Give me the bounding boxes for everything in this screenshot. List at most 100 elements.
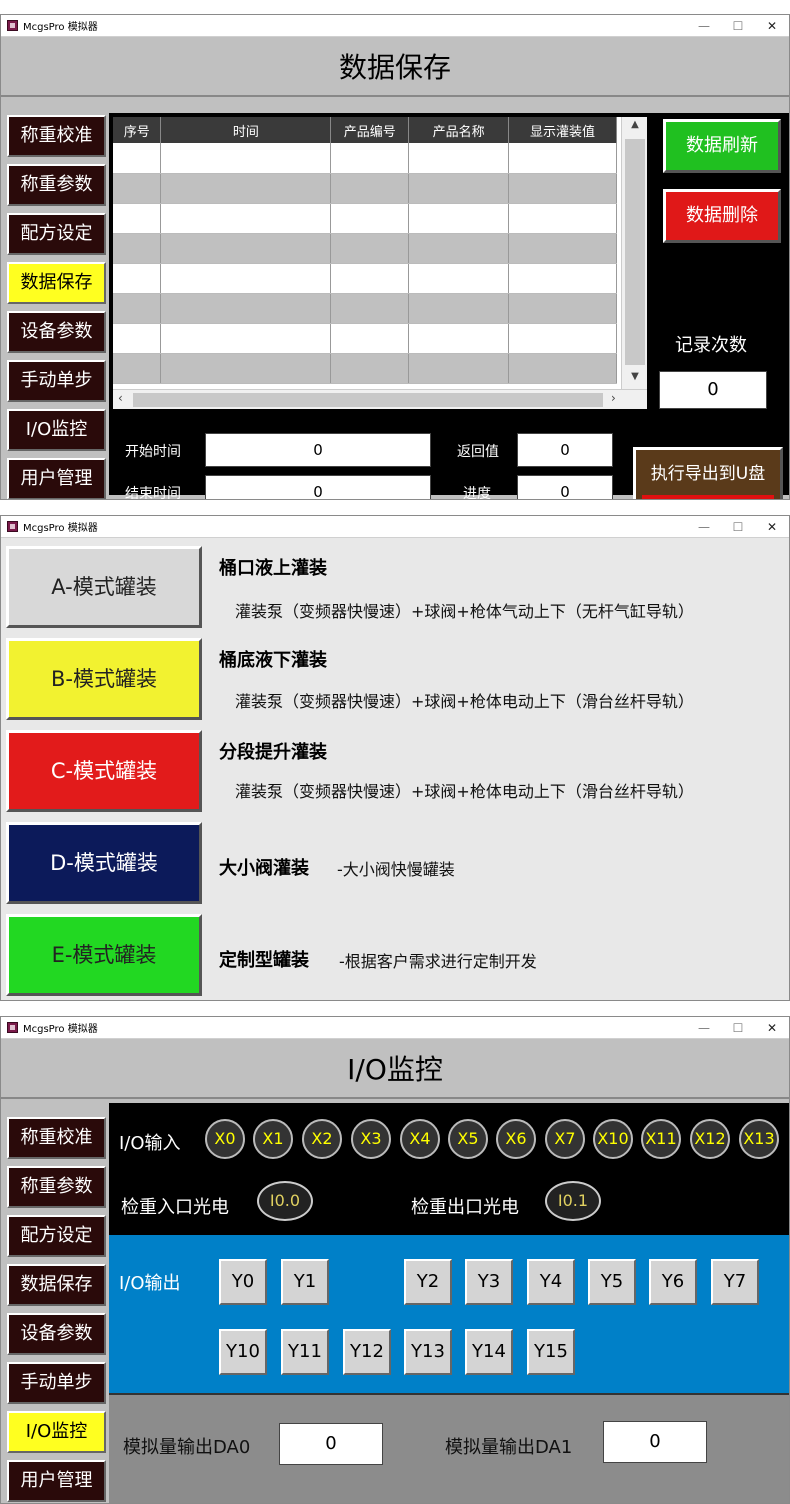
sidebar-item-io-monitor[interactable]: I/O监控 [7, 1411, 106, 1453]
mode-a-title: 桶口液上灌装 [219, 558, 327, 579]
output-y11-button[interactable]: Y11 [281, 1329, 329, 1375]
table-row[interactable] [113, 263, 617, 294]
maximize-icon[interactable]: ☐ [721, 520, 755, 534]
app-icon [7, 521, 18, 532]
minimize-icon[interactable]: — [687, 520, 721, 534]
output-y0-button[interactable]: Y0 [219, 1259, 267, 1305]
check-in-sensor-indicator: I0.0 [257, 1181, 313, 1221]
maximize-icon[interactable]: ☐ [721, 1021, 755, 1035]
sidebar-item-recipe[interactable]: 配方设定 [7, 213, 106, 255]
close-icon[interactable]: ✕ [755, 19, 789, 33]
da1-field[interactable]: 0 [603, 1421, 707, 1463]
output-y7-button[interactable]: Y7 [711, 1259, 759, 1305]
page-title: I/O监控 [1, 1039, 789, 1099]
output-y13-button[interactable]: Y13 [404, 1329, 452, 1375]
scroll-down-icon[interactable]: ▼ [622, 371, 647, 382]
sidebar-item-weigh-params[interactable]: 称重参数 [7, 1166, 106, 1208]
output-y5-button[interactable]: Y5 [588, 1259, 636, 1305]
record-count-field[interactable]: 0 [659, 371, 767, 409]
window-controls: — ☐ ✕ [687, 1021, 789, 1035]
table-row[interactable] [113, 143, 617, 174]
output-y2-button[interactable]: Y2 [404, 1259, 452, 1305]
scroll-up-icon[interactable]: ▲ [622, 119, 647, 130]
close-icon[interactable]: ✕ [755, 520, 789, 534]
table-row[interactable] [113, 353, 617, 384]
mode-b-button[interactable]: B-模式罐装 [6, 638, 202, 720]
output-y3-button[interactable]: Y3 [465, 1259, 513, 1305]
mode-a-button[interactable]: A-模式罐装 [6, 546, 202, 628]
delete-data-button[interactable]: 数据删除 [663, 189, 781, 243]
sidebar-item-io-monitor[interactable]: I/O监控 [7, 409, 106, 451]
scroll-right-icon[interactable]: › [611, 391, 616, 405]
return-value-field[interactable]: 0 [517, 433, 613, 467]
table-row[interactable] [113, 323, 617, 354]
sidebar-item-weigh-params[interactable]: 称重参数 [7, 164, 106, 206]
output-y1-button[interactable]: Y1 [281, 1259, 329, 1305]
horizontal-scrollbar[interactable]: ‹ › [113, 389, 647, 409]
da0-label: 模拟量输出DA0 [123, 1437, 251, 1458]
progress-label: 进度 [463, 486, 491, 500]
sidebar-item-weigh-calibration[interactable]: 称重校准 [7, 1117, 106, 1159]
table-header-row: 序号 时间 产品编号 产品名称 显示灌装值 [113, 117, 617, 143]
window-controls: — ☐ ✕ [687, 520, 789, 534]
maximize-icon[interactable]: ☐ [721, 19, 755, 33]
start-time-field[interactable]: 0 [205, 433, 431, 467]
mode-c-desc: 灌装泵（变频器快慢速）+球阀+枪体电动上下（滑台丝杆导轨） [235, 782, 694, 801]
column-header: 产品编号 [330, 117, 410, 143]
titlebar: McgsPro 模拟器 — ☐ ✕ [1, 1017, 789, 1039]
sidebar-item-device-params[interactable]: 设备参数 [7, 311, 106, 353]
export-to-usb-button[interactable]: 执行导出到U盘 [633, 447, 783, 499]
output-y4-button[interactable]: Y4 [527, 1259, 575, 1305]
scroll-thumb[interactable] [625, 139, 645, 365]
sidebar-item-data-save[interactable]: 数据保存 [7, 1264, 106, 1306]
sidebar-item-manual-step[interactable]: 手动单步 [7, 360, 106, 402]
table-row[interactable] [113, 173, 617, 204]
sidebar-item-recipe[interactable]: 配方设定 [7, 1215, 106, 1257]
table-row[interactable] [113, 203, 617, 234]
data-table[interactable]: 序号 时间 产品编号 产品名称 显示灌装值 ▲ ▼ ‹ › [113, 117, 647, 409]
sidebar-item-user-mgmt[interactable]: 用户管理 [7, 458, 106, 499]
minimize-icon[interactable]: — [687, 1021, 721, 1035]
close-icon[interactable]: ✕ [755, 1021, 789, 1035]
page-title: 数据保存 [1, 37, 789, 97]
input-x7-indicator: X7 [545, 1119, 585, 1159]
refresh-data-button[interactable]: 数据刷新 [663, 119, 781, 173]
input-x0-indicator: X0 [205, 1119, 245, 1159]
mode-c-button[interactable]: C-模式罐装 [6, 730, 202, 812]
input-x5-indicator: X5 [448, 1119, 488, 1159]
sidebar-item-user-mgmt[interactable]: 用户管理 [7, 1460, 106, 1502]
vertical-scrollbar[interactable]: ▲ ▼ [621, 117, 647, 389]
input-x4-indicator: X4 [400, 1119, 440, 1159]
output-y6-button[interactable]: Y6 [649, 1259, 697, 1305]
da0-field[interactable]: 0 [279, 1423, 383, 1465]
output-y15-button[interactable]: Y15 [527, 1329, 575, 1375]
window-controls: — ☐ ✕ [687, 19, 789, 33]
output-y10-button[interactable]: Y10 [219, 1329, 267, 1375]
mode-e-button[interactable]: E-模式罐装 [6, 914, 202, 996]
table-row[interactable] [113, 293, 617, 324]
scroll-thumb[interactable] [133, 393, 603, 407]
end-time-field[interactable]: 0 [205, 475, 431, 499]
output-y12-button[interactable]: Y12 [343, 1329, 391, 1375]
minimize-icon[interactable]: — [687, 19, 721, 33]
sidebar-item-manual-step[interactable]: 手动单步 [7, 1362, 106, 1404]
data-panel: 序号 时间 产品编号 产品名称 显示灌装值 ▲ ▼ ‹ › 数据刷新 数据删除 … [109, 113, 789, 499]
input-x2-indicator: X2 [302, 1119, 342, 1159]
window-title: McgsPro 模拟器 [23, 523, 98, 534]
sidebar-item-device-params[interactable]: 设备参数 [7, 1313, 106, 1355]
mode-a-desc: 灌装泵（变频器快慢速）+球阀+枪体气动上下（无杆气缸导轨） [235, 602, 694, 621]
da1-label: 模拟量输出DA1 [445, 1437, 573, 1458]
mode-c-title: 分段提升灌装 [219, 742, 327, 763]
scroll-left-icon[interactable]: ‹ [118, 391, 123, 405]
progress-field[interactable]: 0 [517, 475, 613, 499]
input-x6-indicator: X6 [496, 1119, 536, 1159]
sidebar-item-data-save[interactable]: 数据保存 [7, 262, 106, 304]
start-time-label: 开始时间 [125, 444, 181, 460]
mode-d-button[interactable]: D-模式罐装 [6, 822, 202, 904]
sidebar-item-weigh-calibration[interactable]: 称重校准 [7, 115, 106, 157]
app-icon [7, 20, 18, 31]
mode-e-title: 定制型罐装 [219, 950, 309, 971]
output-y14-button[interactable]: Y14 [465, 1329, 513, 1375]
table-row[interactable] [113, 233, 617, 264]
io-output-label: I/O输出 [119, 1273, 181, 1294]
